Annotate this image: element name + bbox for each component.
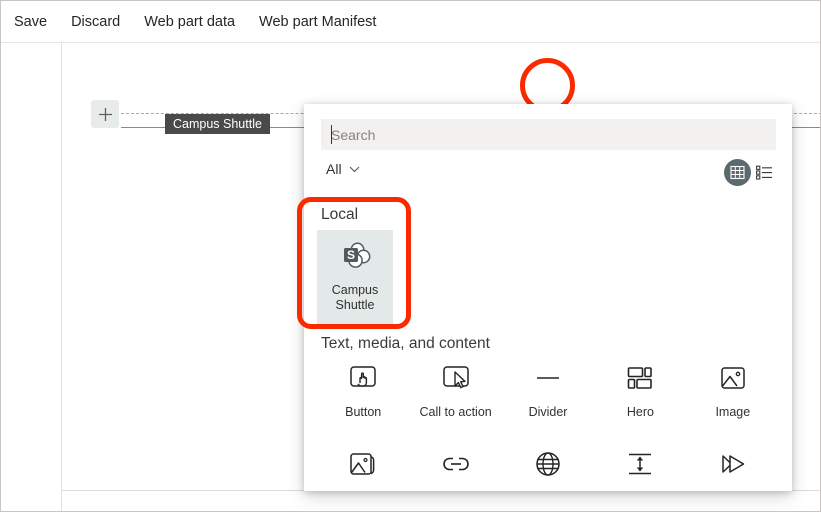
webpart-card-label: Campus Shuttle [331,283,379,312]
webpart-card-label: Hero [626,405,654,419]
canvas-left-rail [61,43,62,511]
command-save[interactable]: Save [14,1,47,43]
category-filter-label: All [326,161,342,177]
command-web-part-data[interactable]: Web part data [144,1,235,43]
webpart-card-label: Divider [528,405,568,419]
link-icon [441,447,471,481]
webpart-card-campus-shuttle[interactable]: S Campus Shuttle [317,230,393,324]
webpart-card-hero[interactable]: Hero [594,361,686,419]
section-heading-text-media-content: Text, media, and content [321,335,490,352]
webpart-card-label: Image [715,405,751,419]
grid-view-icon[interactable] [724,159,751,186]
sharepoint-icon: S [339,241,371,276]
webpart-card-label: Button [345,405,382,419]
webpart-card-image[interactable]: Image [687,361,779,419]
add-section-button[interactable] [91,100,119,128]
command-web-part-manifest[interactable]: Web part Manifest [259,1,376,43]
search-field-wrapper [321,119,776,150]
webpart-card-quick-links[interactable] [687,447,779,491]
webpart-card-link[interactable] [409,447,501,491]
spacer-icon [625,447,655,481]
webpart-card-call-to-action[interactable]: Call to action [409,361,501,419]
web-part-workbench-page: Save Discard Web part data Web part Mani… [0,0,821,512]
webpart-card-label: Call to action [419,405,492,419]
webpart-card-button[interactable]: Button [317,361,409,419]
text-caret [331,125,332,144]
command-bar: Save Discard Web part data Web part Mani… [1,1,820,43]
webpart-card-spacer[interactable] [594,447,686,491]
list-view-icon[interactable] [752,161,776,185]
view-toggle-group [724,159,776,186]
webpart-grid-row-1: Button Call to action Divider Hero Image [317,361,779,419]
chevron-down-icon [349,160,360,178]
image-gallery-icon [348,447,378,481]
image-icon [718,361,748,395]
cursor-box-icon [441,361,471,395]
section-heading-local: Local [321,206,359,223]
search-input[interactable] [321,119,776,150]
category-filter-dropdown[interactable]: All [326,160,360,178]
webpart-grid-row-2 [317,447,779,491]
hero-layout-icon [625,361,655,395]
button-hand-icon [348,361,378,395]
picker-filter-row: All [321,159,776,190]
webpart-card-divider[interactable]: Divider [502,361,594,419]
webpart-card-image-gallery[interactable] [317,447,409,491]
plus-icon [98,107,113,122]
quick-links-icon [718,447,748,481]
svg-text:S: S [347,248,355,262]
divider-icon [533,361,563,395]
globe-embed-icon [533,447,563,481]
webpart-tooltip: Campus Shuttle [165,114,270,134]
webpart-card-embed[interactable] [502,447,594,491]
command-discard[interactable]: Discard [71,1,120,43]
